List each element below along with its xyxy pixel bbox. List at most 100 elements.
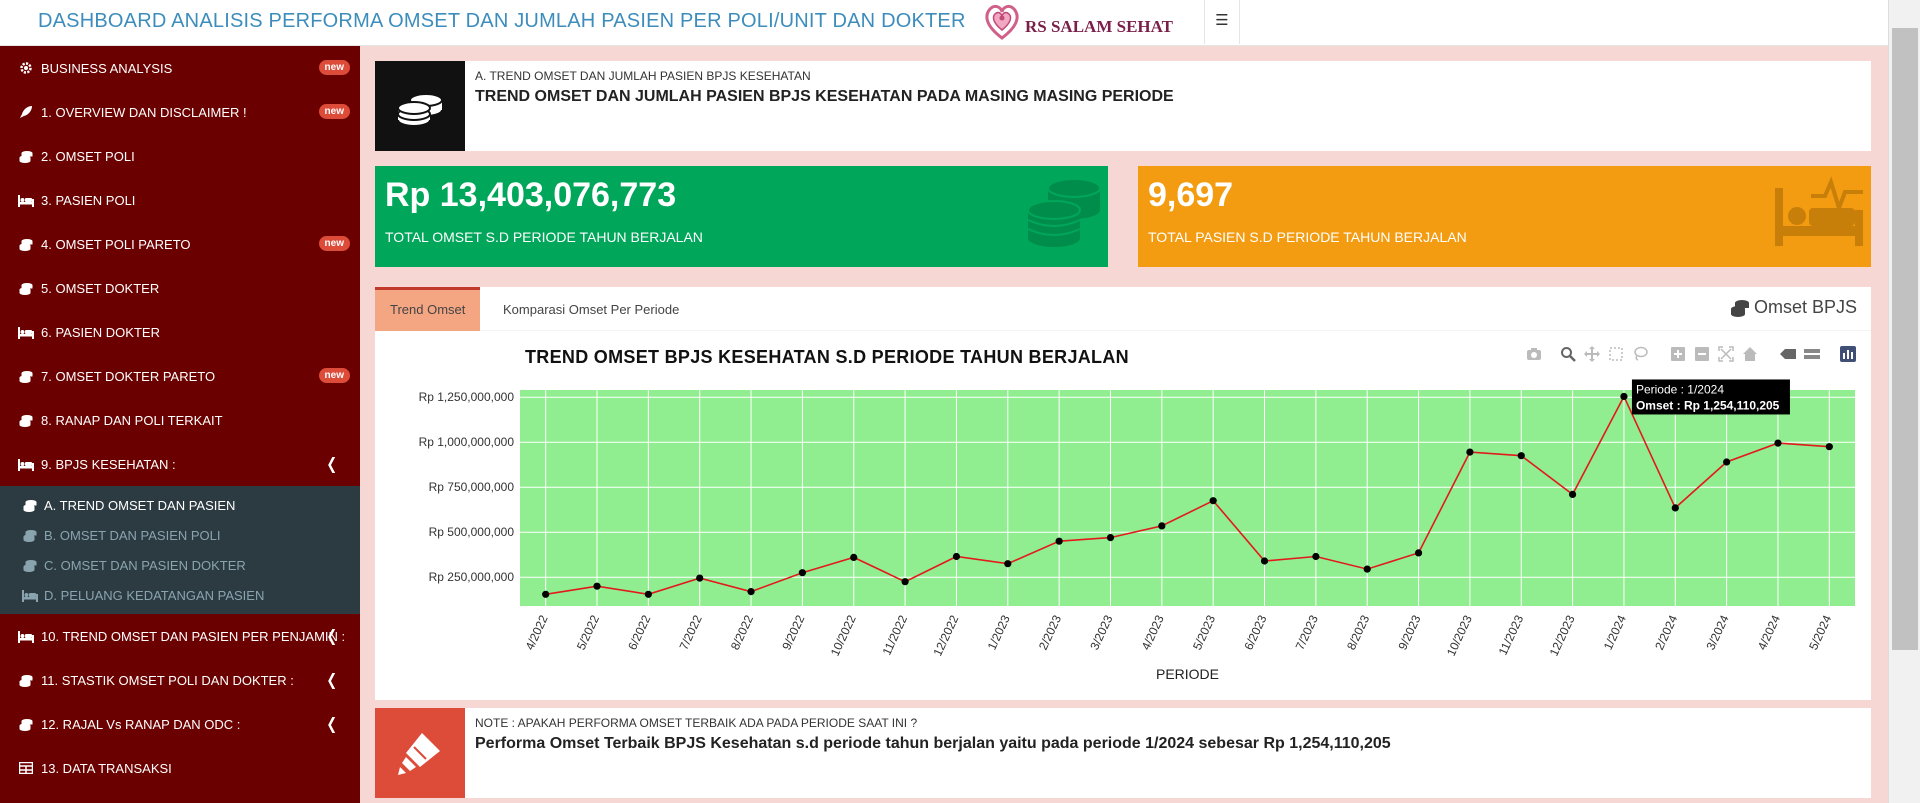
- hospital-logo[interactable]: RS SALAM SEHAT: [980, 0, 1180, 44]
- data-point[interactable]: [1312, 552, 1320, 561]
- compare-hover-icon[interactable]: [1803, 345, 1821, 363]
- data-point[interactable]: [901, 578, 909, 586]
- header: DASHBOARD ANALISIS PERFORMA OMSET DAN JU…: [0, 0, 1888, 46]
- highlighter-icon: [398, 733, 440, 775]
- sidebar-item-business-analysis[interactable]: BUSINESS ANALYSIS new: [0, 46, 360, 90]
- submenu-item-d-peluang-kedatangan-pasien[interactable]: D. PELUANG KEDATANGAN PASIEN: [0, 580, 360, 610]
- data-point[interactable]: [1723, 458, 1731, 466]
- plotly-logo-icon[interactable]: [1839, 345, 1857, 363]
- tooltip-omset: Omset : Rp 1,254,110,205: [1636, 398, 1780, 412]
- sidebar-item-7-omset-dokter-pareto[interactable]: 7. OMSET DOKTER PARETO new: [0, 354, 360, 398]
- box-select-icon[interactable]: [1607, 345, 1625, 363]
- total-pasien-box: 9,697 TOTAL PASIEN S.D PERIODE TAHUN BER…: [1138, 166, 1871, 267]
- data-point[interactable]: [1671, 504, 1679, 512]
- y-tick-label: Rp 500,000,000: [429, 525, 515, 539]
- tab-trend-omset[interactable]: Trend Omset: [375, 287, 481, 331]
- data-point[interactable]: [1055, 537, 1063, 545]
- table-icon: [18, 761, 34, 775]
- data-point[interactable]: [696, 574, 704, 582]
- sidebar-item-label: 8. RANAP DAN POLI TERKAIT: [41, 412, 223, 428]
- sidebar-item-11-stastik-omset-poli-dan-dokter[interactable]: 11. STASTIK OMSET POLI DAN DOKTER : ❮: [0, 658, 360, 702]
- data-point[interactable]: [1209, 497, 1217, 505]
- data-point[interactable]: [747, 588, 755, 596]
- x-tick-label: 12/2022: [930, 613, 961, 659]
- data-point[interactable]: [1414, 549, 1423, 557]
- data-point[interactable]: [850, 553, 858, 561]
- submenu-item-label: D. PELUANG KEDATANGAN PASIEN: [44, 587, 265, 603]
- lasso-select-icon[interactable]: [1631, 345, 1649, 363]
- x-tick-label: 8/2022: [728, 613, 756, 652]
- coins-icon: [18, 717, 34, 731]
- submenu-item-a-trend-omset-dan-pasien[interactable]: A. TREND OMSET DAN PASIEN: [0, 490, 360, 520]
- zoom-in-icon[interactable]: [1669, 345, 1687, 363]
- new-badge: new: [318, 60, 350, 75]
- sidebar-item-13-data-transaksi[interactable]: 13. DATA TRANSAKSI: [0, 746, 360, 790]
- data-point[interactable]: [644, 590, 652, 598]
- sidebar-item-1-overview-dan-disclaimer[interactable]: 1. OVERVIEW DAN DISCLAIMER ! new: [0, 90, 360, 134]
- data-point[interactable]: [1106, 534, 1115, 542]
- page-scrollbar[interactable]: [1888, 0, 1920, 803]
- logo-text: RS SALAM SEHAT: [1025, 17, 1173, 36]
- x-tick-label: 10/2023: [1444, 613, 1475, 659]
- x-tick-label: 1/2023: [985, 613, 1013, 652]
- spike-lines-icon[interactable]: [1779, 345, 1797, 363]
- data-point[interactable]: [593, 582, 601, 590]
- new-badge: new: [318, 236, 350, 251]
- data-point[interactable]: [1004, 560, 1012, 568]
- data-point[interactable]: [1517, 452, 1525, 460]
- gear-icon: [18, 61, 34, 75]
- scrollbar-thumb[interactable]: [1892, 28, 1918, 650]
- sidebar-item-12-rajal-vs-ranap-dan-odc[interactable]: 12. RAJAL Vs RANAP DAN ODC : ❮: [0, 702, 360, 746]
- x-tick-label: 9/2023: [1395, 613, 1423, 652]
- x-tick-label: 5/2024: [1806, 613, 1834, 652]
- data-point[interactable]: [1825, 443, 1833, 451]
- data-point[interactable]: [1158, 522, 1166, 530]
- hamburger-icon: ☰: [1215, 12, 1229, 29]
- pan-icon[interactable]: [1583, 345, 1601, 363]
- zoom-icon[interactable]: [1559, 345, 1577, 363]
- x-tick-label: 2/2024: [1652, 613, 1680, 652]
- home-icon[interactable]: [1741, 345, 1759, 363]
- sidebar-toggle-button[interactable]: ☰: [1204, 0, 1240, 44]
- camera-icon[interactable]: [1525, 345, 1543, 363]
- coins-icon: [18, 149, 34, 163]
- bed-icon: [1775, 176, 1863, 246]
- tooltip-period: Periode : 1/2024: [1636, 382, 1724, 396]
- x-tick-label: 7/2022: [677, 613, 705, 652]
- section-icon-box: [375, 61, 465, 151]
- sidebar-item-9-bpjs-kesehatan[interactable]: 9. BPJS KESEHATAN : ❮: [0, 442, 360, 486]
- autoscale-icon[interactable]: [1717, 345, 1735, 363]
- data-point[interactable]: [952, 552, 961, 561]
- bpjs-submenu: A. TREND OMSET DAN PASIEN B. OMSET DAN PA…: [0, 486, 360, 614]
- submenu-item-label: B. OMSET DAN PASIEN POLI: [44, 527, 221, 543]
- sidebar-item-2-omset-poli[interactable]: 2. OMSET POLI: [0, 134, 360, 178]
- data-point[interactable]: [1466, 448, 1474, 456]
- data-point[interactable]: [542, 590, 550, 598]
- sidebar-item-6-pasien-dokter[interactable]: 6. PASIEN DOKTER: [0, 310, 360, 354]
- y-tick-label: Rp 250,000,000: [429, 570, 515, 584]
- sidebar-item-5-omset-dokter[interactable]: 5. OMSET DOKTER: [0, 266, 360, 310]
- sidebar-item-3-pasien-poli[interactable]: 3. PASIEN POLI: [0, 178, 360, 222]
- chart-title: TREND OMSET BPJS KESEHATAN S.D PERIODE T…: [525, 347, 1129, 367]
- data-point[interactable]: [798, 569, 807, 577]
- submenu-item-b-omset-dan-pasien-poli[interactable]: B. OMSET DAN PASIEN POLI: [0, 520, 360, 550]
- submenu-item-c-omset-dan-pasien-dokter[interactable]: C. OMSET DAN PASIEN DOKTER: [0, 550, 360, 580]
- data-point[interactable]: [1363, 565, 1371, 573]
- chevron-left-icon: ❮: [325, 456, 337, 473]
- chevron-left-icon: ❮: [325, 716, 337, 733]
- data-point[interactable]: [1774, 439, 1782, 447]
- bed-icon: [18, 193, 34, 207]
- data-point[interactable]: [1260, 557, 1269, 565]
- plot-area: [520, 390, 1855, 606]
- chart-box-title: Omset BPJS: [1730, 297, 1857, 318]
- bed-icon: [18, 629, 34, 643]
- data-point[interactable]: [1620, 392, 1628, 401]
- x-tick-label: 3/2024: [1703, 613, 1731, 652]
- sidebar-item-8-ranap-dan-poli-terkait[interactable]: 8. RANAP DAN POLI TERKAIT: [0, 398, 360, 442]
- total-omset-box: Rp 13,403,076,773 TOTAL OMSET S.D PERIOD…: [375, 166, 1108, 267]
- tab-komparasi-omset[interactable]: Komparasi Omset Per Periode: [488, 287, 694, 331]
- zoom-out-icon[interactable]: [1693, 345, 1711, 363]
- sidebar-item-10-trend-omset-dan-pasien-per-penjamin[interactable]: 10. TREND OMSET DAN PASIEN PER PENJAMIN …: [0, 614, 360, 658]
- data-point[interactable]: [1568, 490, 1577, 498]
- sidebar-item-4-omset-poli-pareto[interactable]: 4. OMSET POLI PARETO new: [0, 222, 360, 266]
